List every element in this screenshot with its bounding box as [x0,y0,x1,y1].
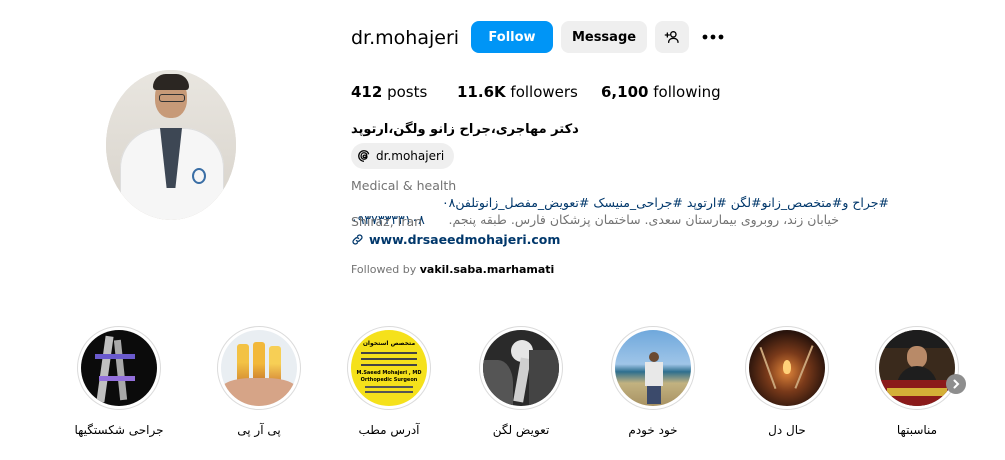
highlight-cover-beach [615,330,691,406]
profile-avatar[interactable] [106,70,236,220]
posts-count: 412 [351,83,383,101]
profile-category: Medical & health [351,178,457,193]
highlight-cover-occasion [879,330,955,406]
highlight-label: جراحی شکستگیها [74,423,164,437]
follow-button[interactable]: Follow [471,21,553,53]
suggested-users-button[interactable] [655,21,689,53]
followed-by-prefix: Followed by [351,263,417,276]
following-count: 6,100 [601,83,649,101]
highlight-item[interactable]: جراحی شکستگیها [69,326,169,437]
highlight-cover-address-card: متخصص استخوان M.Saeed Mohajeri , MD Orth… [351,330,427,406]
highlight-cover-xray [81,330,157,406]
highlight-label: پی آر پی [237,423,281,437]
highlight-item[interactable]: حال دل [737,326,837,437]
highlight-cover-hip-xray [483,330,559,406]
message-button[interactable]: Message [561,21,647,53]
highlight-item[interactable]: خود خودم [603,326,703,437]
bio-full-name: دکتر مهاجری،جراح زانو ولگن،ارتوپد [351,122,579,137]
followed-by[interactable]: Followed by vakil.saba.marhamati [351,263,554,276]
highlight-cover-prp [221,330,297,406]
highlight-cover-candles [749,330,825,406]
card-line-3: Orthopedic Surgeon [360,377,418,383]
bio-address: خیابان زند، روبروی بیمارستان سعدی. ساختم… [448,212,839,227]
highlight-label: خود خودم [628,423,678,437]
highlight-item[interactable]: تعویض لگن [471,326,571,437]
card-line-2: M.Saeed Mohajeri , MD [356,370,422,376]
threads-handle: dr.mohajeri [376,149,445,163]
followed-by-user: vakil.saba.marhamati [419,263,555,276]
more-horizontal-icon [702,34,724,40]
website-url: www.drsaeedmohajeri.com [369,232,561,247]
posts-label: posts [387,83,428,101]
threads-badge[interactable]: dr.mohajeri [351,143,455,169]
threads-icon [358,150,370,162]
website-link[interactable]: www.drsaeedmohajeri.com [351,232,560,247]
highlight-label: آدرس مطب [358,423,420,437]
followers-count: 11.6K [457,83,506,101]
highlight-label: تعویض لگن [492,423,550,437]
profile-username: dr.mohajeri [351,27,460,49]
followers-label: followers [510,83,578,101]
bio-location: Shiraz, Iran [351,214,423,229]
bio-hashtags[interactable]: #جراح و#متخصص_زانو#لگن #ارتوپد #جراحی_من… [442,195,889,210]
chevron-right-icon [953,379,960,389]
card-line-1: متخصص استخوان [362,340,416,347]
highlight-item[interactable]: پی آر پی [209,326,309,437]
followers-stat[interactable]: 11.6K followers [457,83,578,101]
highlight-label: حال دل [768,423,806,437]
link-icon [352,234,363,245]
highlights-next-button[interactable] [946,374,966,394]
following-stat[interactable]: 6,100 following [601,83,721,101]
highlight-item[interactable]: متخصص استخوان M.Saeed Mohajeri , MD Orth… [339,326,439,437]
posts-stat: 412 posts [351,83,427,101]
highlight-label: مناسبتها [896,423,938,437]
options-button[interactable] [701,26,725,48]
person-plus-icon [664,31,679,43]
following-label: following [653,83,721,101]
